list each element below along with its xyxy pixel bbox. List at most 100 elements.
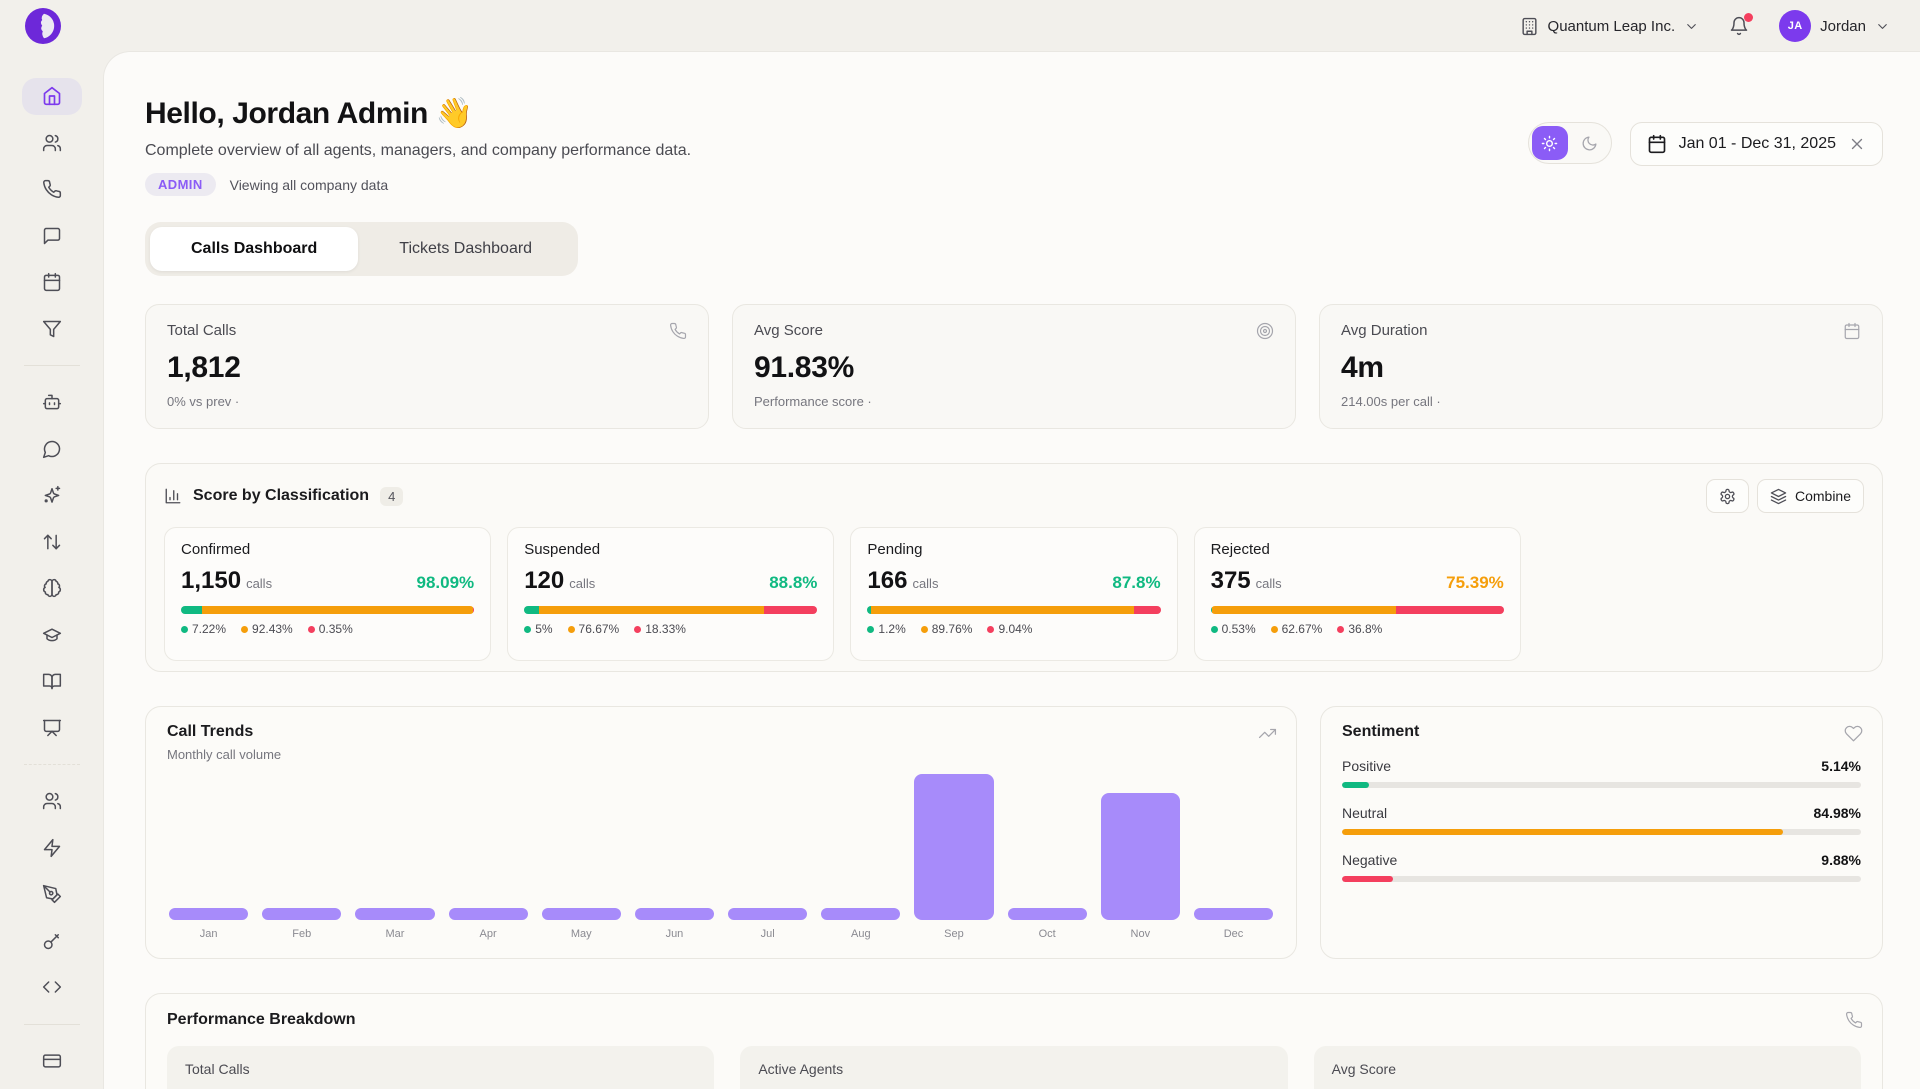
stat-card-avg-score: Avg Score 91.83% Performance score ·: [732, 304, 1296, 429]
bar-feb[interactable]: [262, 908, 341, 920]
sidebar-item-developer[interactable]: [22, 969, 82, 1006]
user-menu[interactable]: JA Jordan: [1779, 10, 1890, 42]
sidebar-item-presentation[interactable]: [22, 710, 82, 747]
bar-label: Dec: [1194, 928, 1273, 940]
target-icon: [1256, 322, 1274, 340]
sidebar-item-calendar[interactable]: [22, 264, 82, 301]
bar-mar[interactable]: [355, 908, 434, 920]
stat-subtext: 214.00s per call ·: [1341, 394, 1861, 409]
pen-tool-icon: [42, 884, 62, 904]
sidebar-item-insights[interactable]: [22, 570, 82, 607]
sidebar-item-teams[interactable]: [22, 783, 82, 820]
bar-sep[interactable]: [914, 774, 993, 920]
score-by-classification-section: Score by Classification 4 Combine Confir…: [145, 463, 1883, 672]
bar-label: Jul: [728, 928, 807, 940]
notifications-button[interactable]: [1729, 16, 1749, 36]
sidebar-item-users[interactable]: [22, 125, 82, 162]
calls-unit: calls: [569, 576, 595, 591]
message-square-icon: [42, 226, 62, 246]
calls-unit: calls: [246, 576, 272, 591]
book-open-icon: [42, 671, 62, 691]
bar-label: Feb: [262, 928, 341, 940]
dark-mode-button[interactable]: [1572, 126, 1608, 160]
classification-cards: Confirmed 1,150calls 98.09% 7.22% 92.43%…: [164, 527, 1864, 661]
bar-nov[interactable]: [1101, 793, 1180, 920]
settings-button[interactable]: [1706, 479, 1749, 513]
sidebar-item-messages[interactable]: [22, 218, 82, 255]
score-value: 88.8%: [769, 573, 817, 593]
sidebar-item-ai[interactable]: [22, 477, 82, 514]
sidebar-item-filter[interactable]: [22, 311, 82, 348]
filter-icon: [42, 319, 62, 339]
chevron-down-icon: [1875, 19, 1890, 34]
stat-card-total-calls: Total Calls 1,812 0% vs prev ·: [145, 304, 709, 429]
theme-toggle[interactable]: [1528, 122, 1612, 164]
sidebar-item-chat[interactable]: [22, 431, 82, 468]
company-switcher[interactable]: Quantum Leap Inc.: [1520, 17, 1700, 36]
section-title: Score by Classification: [193, 487, 369, 505]
sidebar-item-library[interactable]: [22, 663, 82, 700]
sidebar-item-bot[interactable]: [22, 384, 82, 421]
bar-dec[interactable]: [1194, 908, 1273, 920]
gear-icon: [1719, 488, 1736, 505]
calls-unit: calls: [1256, 576, 1282, 591]
performance-card-active-agents: Active Agents: [740, 1046, 1287, 1089]
light-mode-button[interactable]: [1532, 126, 1568, 160]
trending-up-icon: [1258, 724, 1277, 743]
arrow-up-down-icon: [42, 532, 62, 552]
sidebar-item-calls[interactable]: [22, 171, 82, 208]
graduation-cap-icon: [42, 625, 62, 645]
bar-oct[interactable]: [1008, 908, 1087, 920]
segmented-bar: [524, 606, 817, 614]
sidebar-item-design[interactable]: [22, 876, 82, 913]
stat-value: 91.83%: [754, 351, 1274, 385]
chart-subtitle: Monthly call volume: [167, 747, 1275, 762]
sidebar-item-transfers[interactable]: [22, 524, 82, 561]
sidebar-item-billing[interactable]: [22, 1043, 82, 1080]
sidebar-item-home[interactable]: [22, 78, 82, 115]
sidebar-divider: [24, 365, 80, 366]
section-title: Performance Breakdown: [167, 1011, 1861, 1029]
heart-icon: [1844, 724, 1863, 743]
stat-value: 1,812: [167, 351, 687, 385]
bar-aug[interactable]: [821, 908, 900, 920]
calls-count: 375: [1211, 567, 1251, 594]
bar-jul[interactable]: [728, 908, 807, 920]
app-logo[interactable]: [24, 7, 62, 45]
tab-tickets-dashboard[interactable]: Tickets Dashboard: [358, 227, 573, 271]
calendar-icon: [1647, 134, 1667, 154]
sidebar-item-keys[interactable]: [22, 923, 82, 960]
sidebar-divider: [24, 764, 80, 765]
tab-calls-dashboard[interactable]: Calls Dashboard: [150, 227, 358, 271]
message-circle-icon: [42, 439, 62, 459]
classification-name: Confirmed: [181, 541, 474, 558]
bar-apr[interactable]: [449, 908, 528, 920]
bar-jan[interactable]: [169, 908, 248, 920]
page-title: Hello, Jordan Admin 👋: [145, 96, 691, 131]
date-range-picker[interactable]: Jan 01 - Dec 31, 2025: [1630, 122, 1883, 166]
sentiment-label: Negative: [1342, 852, 1397, 868]
credit-card-icon: [42, 1051, 62, 1071]
bar-legend: 0.53% 62.67% 36.8%: [1211, 622, 1504, 636]
sidebar-item-automations[interactable]: [22, 830, 82, 867]
clear-date-button[interactable]: [1848, 135, 1866, 153]
stat-subtext: 0% vs prev ·: [167, 394, 687, 409]
bar-label: Apr: [449, 928, 528, 940]
sentiment-label: Positive: [1342, 758, 1391, 774]
stat-card-avg-duration: Avg Duration 4m 214.00s per call ·: [1319, 304, 1883, 429]
notification-dot: [1744, 13, 1753, 22]
bar-jun[interactable]: [635, 908, 714, 920]
combine-button[interactable]: Combine: [1757, 479, 1864, 513]
classification-card-pending: Pending 166calls 87.8% 1.2% 89.76% 9.04%: [850, 527, 1177, 661]
sidebar-item-training[interactable]: [22, 617, 82, 654]
bar-legend: 1.2% 89.76% 9.04%: [867, 622, 1160, 636]
close-icon: [1848, 135, 1866, 153]
home-icon: [42, 86, 62, 106]
bar-may[interactable]: [542, 908, 621, 920]
sentiment-row-positive: Positive5.14%: [1342, 758, 1861, 788]
key-icon: [42, 931, 62, 951]
sentiment-value: 9.88%: [1821, 852, 1861, 868]
calls-count: 166: [867, 567, 907, 594]
sun-icon: [1541, 135, 1558, 152]
code-icon: [42, 977, 62, 997]
